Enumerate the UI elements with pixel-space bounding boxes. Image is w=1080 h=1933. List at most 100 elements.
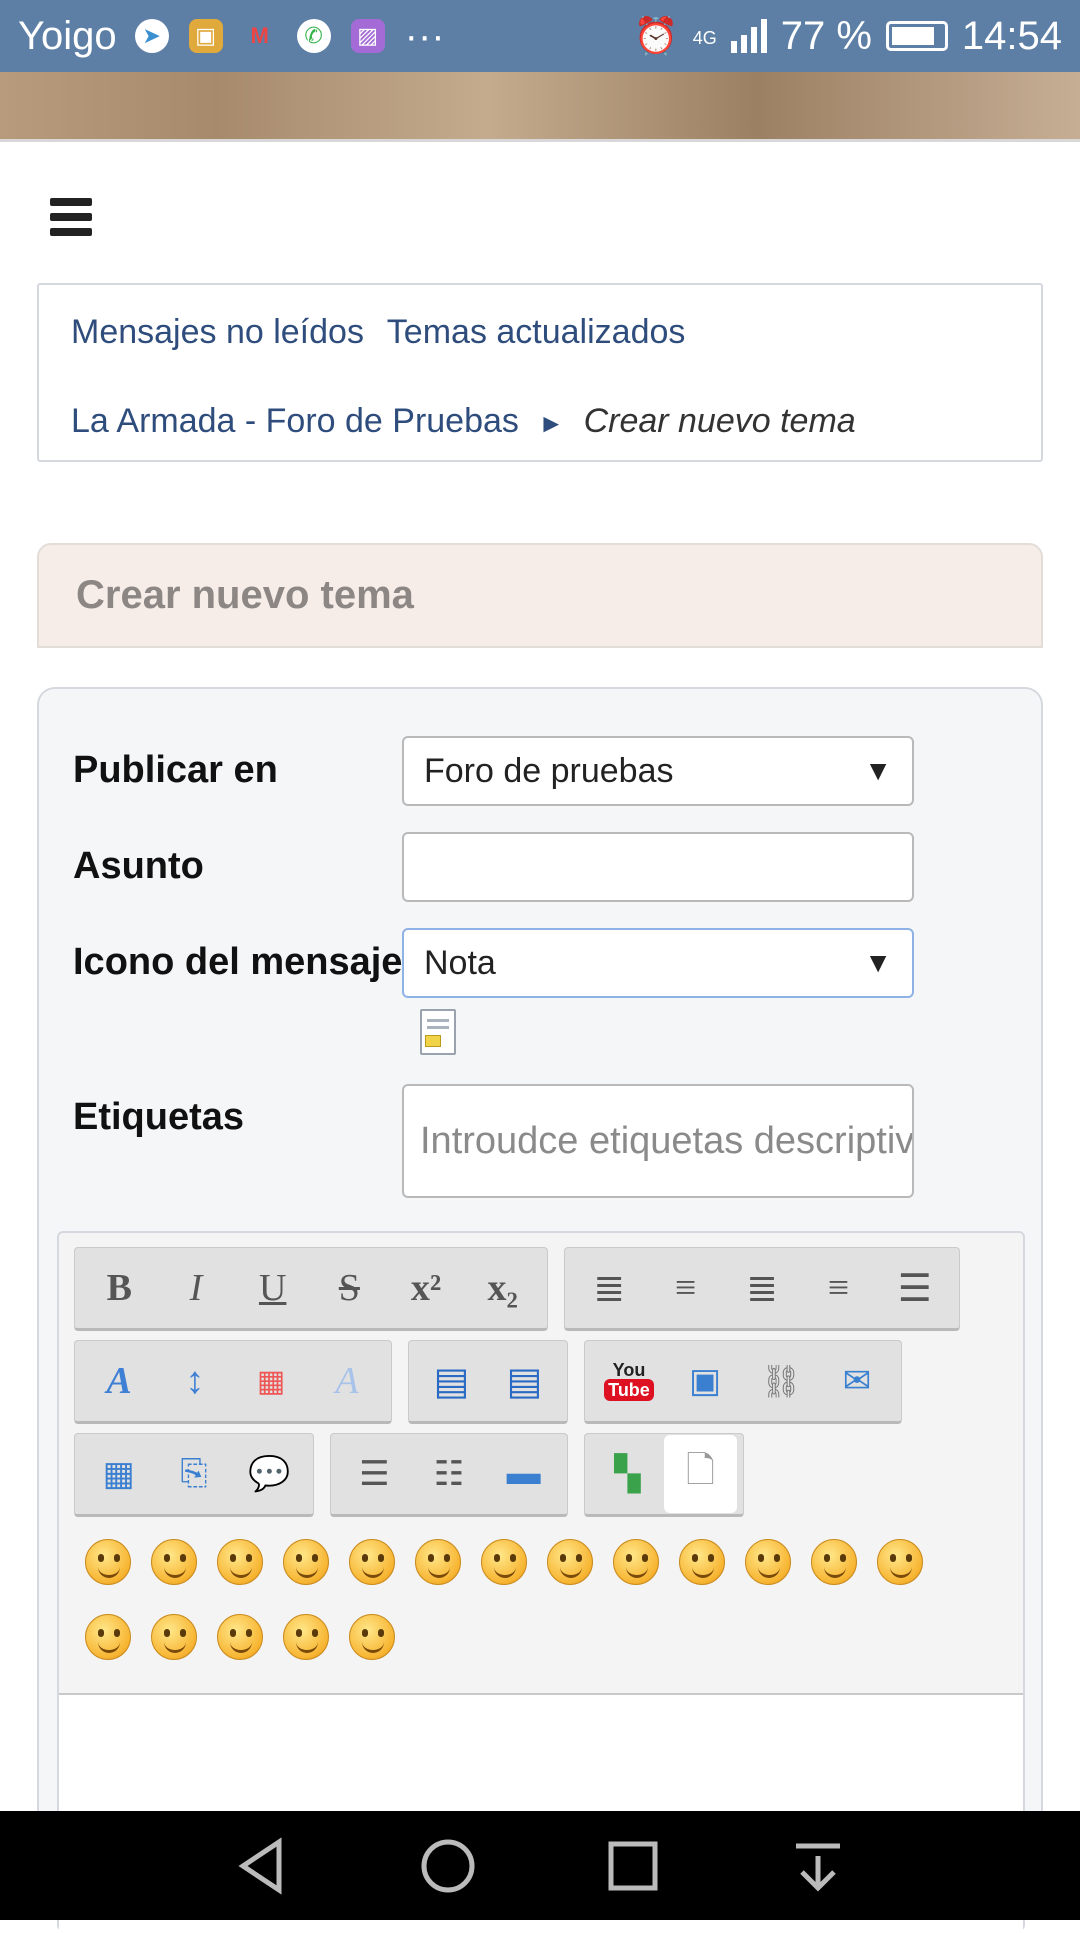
smiley-icon[interactable] [679,1539,725,1585]
status-bar: Yoigo ➤ ▣ M ✆ ▨ ··· ⏰ 4G 77 % 14:54 [0,0,1080,72]
updated-topics-link[interactable]: Temas actualizados [387,313,686,351]
smiley-icon[interactable] [217,1614,263,1660]
bag-icon: ▣ [188,19,223,53]
telegram-icon: ➤ [134,19,169,53]
insert-quote-icon[interactable]: 💬 [232,1435,307,1513]
align-left-icon[interactable]: ≡ [647,1249,723,1327]
back-icon[interactable] [233,1836,293,1896]
strikethrough-button[interactable]: S [311,1249,388,1327]
forum-select-value: Foro de pruebas [424,751,674,790]
font-size-icon[interactable]: ↕ [157,1342,233,1420]
youtube-icon[interactable]: You Tube [591,1342,667,1420]
header-banner [0,72,1080,142]
source-mode-icon[interactable]: 🗋 [664,1435,737,1513]
insert-email-icon[interactable]: ✉ [819,1342,895,1420]
dropdown-arrow-icon: ▼ [864,755,892,786]
post-in-label: Publicar en [73,749,278,791]
insert-table-icon[interactable]: ▦ [81,1435,156,1513]
battery-percent: 77 % [780,13,872,58]
smiley-icon[interactable] [217,1539,263,1585]
italic-button[interactable]: I [158,1249,235,1327]
smiley-icon[interactable] [283,1614,329,1660]
underline-button[interactable]: U [234,1249,311,1327]
smiley-icon[interactable] [547,1539,593,1585]
page-title-box: Crear nuevo tema [37,543,1043,648]
note-icon [420,1009,456,1055]
page-title: Crear nuevo tema [76,573,414,617]
smiley-icon[interactable] [349,1539,395,1585]
smiley-icon[interactable] [151,1539,197,1585]
align-center-icon[interactable]: ≣ [724,1249,800,1327]
smiley-icon[interactable] [151,1614,197,1660]
subscript-button[interactable]: x₂ [464,1249,541,1327]
smiley-icon[interactable] [481,1539,527,1585]
insert-code-icon[interactable]: ⎘ [156,1435,231,1513]
table-toolbar-group: ▦ ⎘ 💬 [74,1433,314,1517]
smiley-icon[interactable] [811,1539,857,1585]
youtube-icon-label-bottom: Tube [604,1379,654,1401]
notifications-pull-icon[interactable] [788,1836,848,1896]
superscript-button[interactable]: x² [388,1249,465,1327]
indent-toolbar-group: ▤ ▤ [408,1340,568,1424]
align-right-icon[interactable]: ≡ [800,1249,876,1327]
carrier-name: Yoigo [18,13,117,58]
message-icon-select[interactable]: Nota ▼ [402,928,914,998]
smiley-icon[interactable] [349,1614,395,1660]
alarm-icon: ⏰ [633,15,679,56]
color-palette-icon[interactable]: ▦ [233,1342,309,1420]
numbered-list-icon[interactable]: ☷ [412,1435,487,1513]
insert-link-icon[interactable]: ⛓ [743,1342,819,1420]
gallery-icon: ▨ [350,19,385,53]
gmail-icon: M [250,23,269,48]
youtube-icon-label-top: You [612,1360,646,1380]
dropdown-arrow-icon: ▼ [864,947,892,978]
smiley-icon[interactable] [85,1539,131,1585]
smiley-icon[interactable] [415,1539,461,1585]
smiley-icon[interactable] [613,1539,659,1585]
align-toolbar-group: ≣ ≡ ≣ ≡ ☰ [564,1247,960,1331]
mode-toolbar-group: ▚ 🗋 [584,1433,744,1517]
smiley-icon[interactable] [283,1539,329,1585]
system-navigation-bar [0,1811,1080,1920]
home-icon[interactable] [418,1836,478,1896]
recents-icon[interactable] [603,1836,663,1896]
whatsapp-icon: ✆ [296,19,331,53]
list-toolbar-group: ☰ ☷ ▬ [330,1433,568,1517]
new-topic-form: Publicar en Foro de pruebas ▼ Asunto Ico… [37,687,1043,1933]
smiley-icon[interactable] [745,1539,791,1585]
tags-input[interactable]: Introudce etiquetas descriptivas [402,1084,914,1198]
insert-image-icon[interactable]: ▣ [667,1342,743,1420]
font-toolbar-group: A ↕ ▦ A [74,1340,392,1424]
remove-format-icon[interactable]: A [309,1342,385,1420]
horizontal-rule-icon[interactable]: ▬ [486,1435,561,1513]
align-center-lines-icon[interactable]: ≣ [571,1249,647,1327]
forum-select[interactable]: Foro de pruebas ▼ [402,736,914,806]
menu-icon[interactable] [50,198,92,242]
breadcrumb-forum-link[interactable]: La Armada - Foro de Pruebas [71,402,519,440]
more-notifications-icon: ··· [404,13,445,58]
breadcrumb: La Armada - Foro de Pruebas ► Crear nuev… [71,402,1009,441]
message-icon-select-value: Nota [424,943,496,982]
bold-button[interactable]: B [81,1249,158,1327]
insert-toolbar-group: You Tube ▣ ⛓ ✉ [584,1340,902,1424]
subject-input[interactable] [402,832,914,902]
clock: 14:54 [961,13,1062,58]
subject-label: Asunto [73,845,204,887]
breadcrumb-separator-icon: ► [538,408,565,438]
indent-icon[interactable]: ▤ [488,1342,561,1420]
navigation-box: Mensajes no leídos Temas actualizados La… [37,283,1043,462]
unread-messages-link[interactable]: Mensajes no leídos [71,313,364,351]
emoticons-icon[interactable]: ▚ [591,1435,664,1513]
smiley-icon[interactable] [877,1539,923,1585]
network-type: 4G [692,27,717,48]
breadcrumb-current: Crear nuevo tema [583,402,856,440]
smiley-icon[interactable] [85,1614,131,1660]
tags-label: Etiquetas [73,1096,245,1138]
justify-icon[interactable]: ☰ [877,1249,953,1327]
tags-placeholder: Introudce etiquetas descriptivas [420,1119,914,1162]
font-icon[interactable]: A [81,1342,157,1420]
outdent-icon[interactable]: ▤ [415,1342,488,1420]
format-toolbar-group: B I U S x² x₂ [74,1247,548,1331]
signal-icon [730,19,767,53]
bullet-list-icon[interactable]: ☰ [337,1435,412,1513]
